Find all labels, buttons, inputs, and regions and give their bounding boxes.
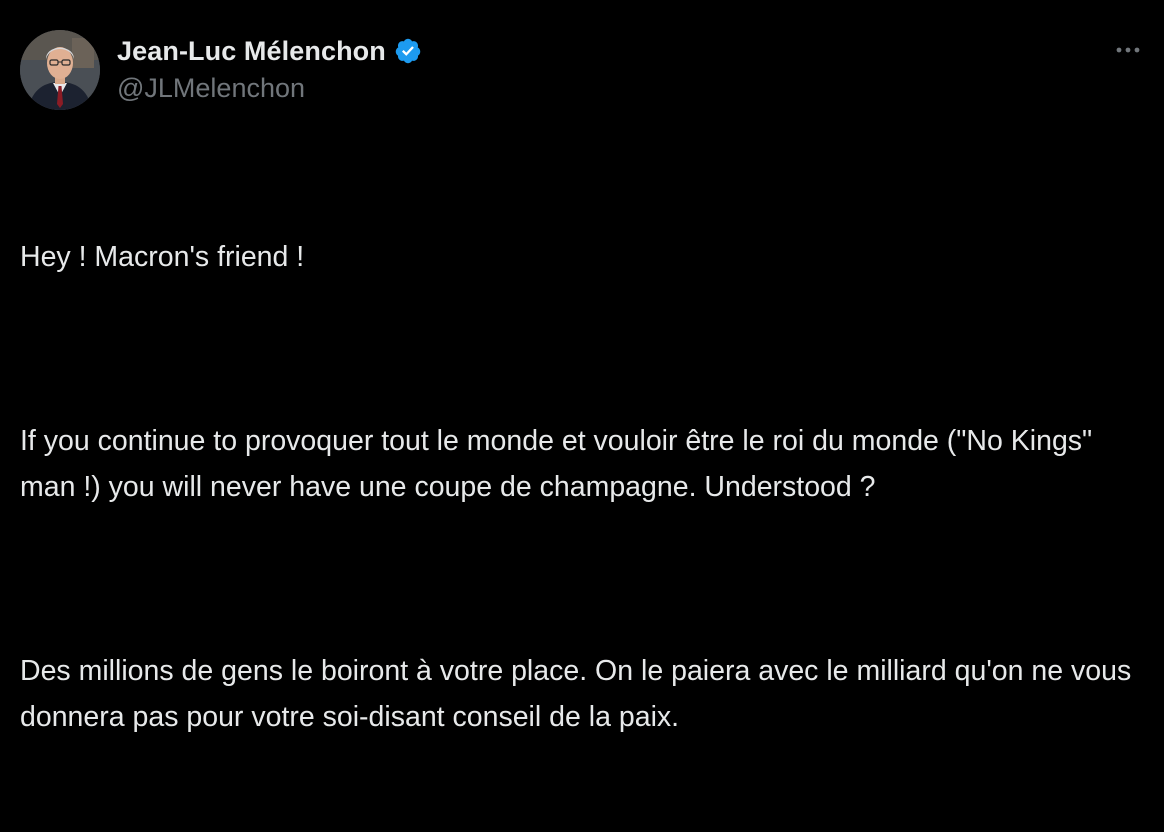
more-options-icon: [1116, 47, 1140, 53]
tweet-paragraph: If you continue to provoquer tout le mon…: [20, 425, 1101, 503]
more-options-button[interactable]: [1108, 36, 1148, 64]
tweet-paragraph: Hey ! Macron's friend !: [20, 241, 305, 273]
author-name[interactable]: Jean-Luc Mélenchon: [117, 36, 386, 67]
avatar-photo: [20, 30, 100, 110]
tweet-text: Hey ! Macron's friend ! If you continue …: [20, 142, 1150, 832]
verified-badge-icon[interactable]: [394, 37, 422, 65]
tweet-card: Jean-Luc Mélenchon @JLMelenchon Hey ! Ma…: [0, 0, 1164, 733]
author-handle[interactable]: @JLMelenchon: [117, 73, 305, 104]
author-avatar[interactable]: [20, 30, 100, 110]
author-name-row: Jean-Luc Mélenchon: [117, 33, 422, 69]
tweet-paragraph: Des millions de gens le boiront à votre …: [20, 655, 1140, 733]
